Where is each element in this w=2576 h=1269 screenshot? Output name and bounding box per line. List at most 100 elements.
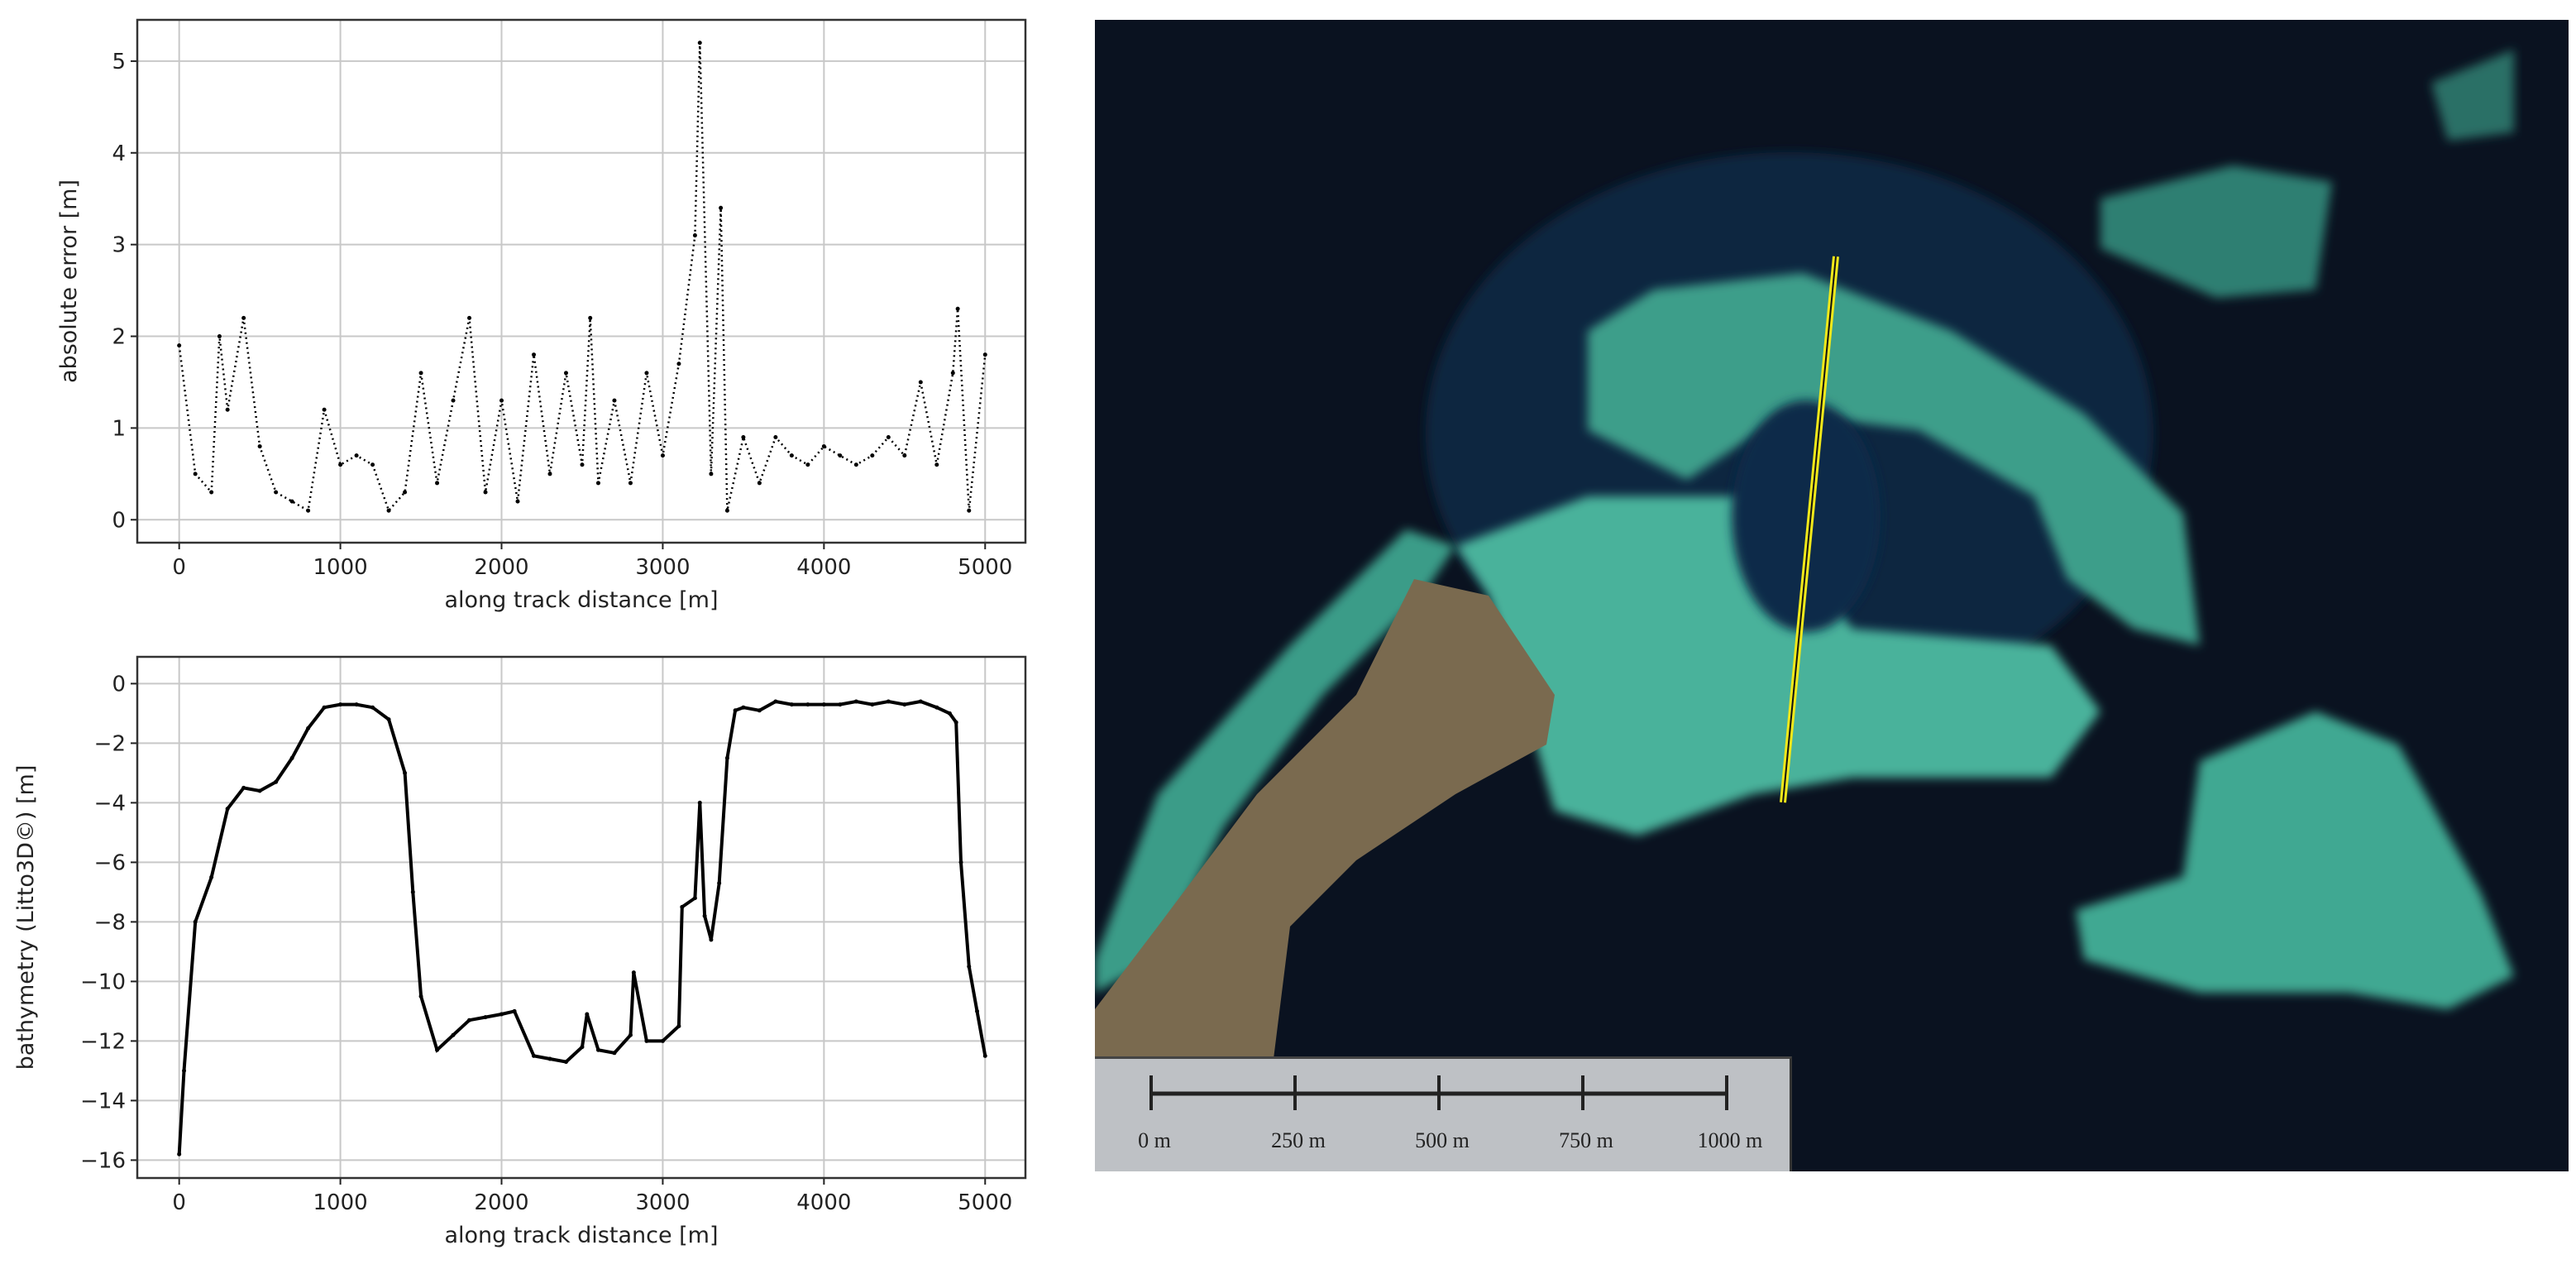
data-point [975, 1008, 980, 1013]
x-tick-label: 0 [172, 555, 186, 580]
data-point [719, 205, 724, 210]
data-point [676, 1023, 681, 1028]
x-axis-label: along track distance [m] [444, 587, 718, 613]
data-point [499, 1012, 504, 1017]
x-tick-label: 0 [172, 1190, 186, 1215]
y-tick-label: −12 [80, 1029, 126, 1054]
data-point [953, 720, 958, 725]
data-point [547, 1056, 552, 1061]
data-point [612, 1051, 617, 1056]
data-point [499, 398, 504, 403]
data-point [702, 913, 707, 918]
data-point [274, 779, 279, 784]
data-point [918, 380, 923, 385]
data-point [724, 755, 729, 760]
data-point [697, 41, 702, 45]
y-tick-label: −8 [94, 910, 126, 935]
data-point [403, 770, 408, 775]
data-point [386, 717, 391, 722]
data-point [692, 896, 697, 901]
scale-bar: 0 m 250 m 500 m 750 m 1000 m [1095, 1056, 1792, 1171]
y-tick-label: 4 [112, 141, 126, 166]
data-point [628, 481, 633, 486]
data-point [644, 1038, 649, 1043]
data-point [354, 453, 359, 458]
data-point [628, 1032, 633, 1037]
data-point [724, 508, 729, 513]
data-point [805, 462, 810, 467]
data-point [967, 964, 972, 969]
data-point [821, 444, 826, 449]
data-point [692, 233, 697, 238]
y-tick-label: 2 [112, 325, 126, 350]
scale-label-750: 750 m [1559, 1128, 1613, 1152]
data-point [386, 508, 391, 513]
data-point [370, 705, 375, 710]
data-point [838, 453, 843, 458]
data-point [225, 407, 230, 412]
bathymetry-chart: 0 1000 2000 3000 4000 5000 0 −2 −4 −6 −8 −10 −12 −14 −… [0, 637, 1042, 1264]
y-tick-label: 3 [112, 233, 126, 258]
data-point [709, 472, 714, 476]
data-point [950, 371, 955, 376]
data-point [697, 800, 702, 805]
data-point [418, 371, 423, 376]
data-point [467, 1018, 472, 1022]
x-tick-label: 3000 [635, 555, 690, 580]
x-tick-label: 5000 [958, 555, 1012, 580]
data-point [531, 352, 536, 357]
data-point [322, 407, 327, 412]
data-point [289, 755, 294, 760]
data-point [585, 1012, 590, 1017]
data-point [410, 889, 415, 894]
y-tick-label: −4 [94, 791, 126, 816]
data-point [209, 490, 214, 495]
data-point [274, 490, 279, 495]
data-point [580, 462, 585, 467]
data-point [805, 702, 810, 707]
data-point [644, 371, 649, 376]
data-point [838, 702, 843, 707]
scale-label-250: 250 m [1271, 1128, 1326, 1152]
data-point [467, 315, 472, 320]
data-point [563, 1060, 568, 1065]
data-point [886, 434, 891, 439]
data-point [435, 1047, 440, 1052]
y-tick-label: 0 [112, 508, 126, 533]
scale-label-500: 500 m [1415, 1128, 1470, 1152]
data-point [451, 1032, 456, 1037]
data-point [418, 994, 423, 998]
y-tick-label: 5 [112, 50, 126, 74]
data-point [354, 702, 359, 707]
data-point [338, 702, 343, 707]
x-tick-label: 4000 [796, 555, 851, 580]
data-point [580, 1045, 585, 1050]
data-point [947, 711, 952, 716]
data-point [982, 1053, 987, 1058]
data-point [902, 702, 907, 707]
data-point [241, 785, 246, 790]
data-point [676, 362, 681, 366]
data-point [902, 453, 907, 458]
x-tick-label: 4000 [796, 1190, 851, 1215]
chart-svg: 0 1000 2000 3000 4000 5000 0 1 2 3 4 5 along track d… [56, 18, 1027, 613]
y-axis-label: absolute error [m] [56, 180, 82, 383]
data-point [177, 1152, 182, 1156]
data-point [177, 343, 182, 348]
data-point [209, 874, 214, 879]
data-point [821, 702, 826, 707]
data-point [289, 499, 294, 504]
data-point [709, 937, 714, 942]
data-point [547, 472, 552, 476]
data-point [982, 352, 987, 357]
data-point [741, 434, 746, 439]
scale-label-1000: 1000 m [1697, 1128, 1763, 1152]
data-point [531, 1053, 536, 1058]
data-point [918, 699, 923, 704]
data-point [451, 398, 456, 403]
data-point [193, 919, 198, 924]
x-tick-label: 2000 [474, 1190, 528, 1215]
scale-label-0: 0 m [1138, 1128, 1171, 1152]
data-point [217, 334, 222, 339]
data-point [257, 444, 262, 449]
